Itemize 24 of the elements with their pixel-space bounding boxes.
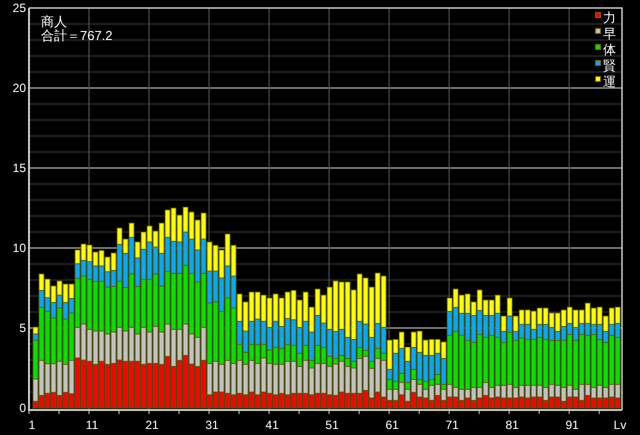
- axis-tick-label: 91: [566, 418, 579, 432]
- axis-tick-label: 5: [19, 321, 26, 335]
- axis-tick-label: 71: [445, 418, 459, 432]
- legend-label: 運: [603, 74, 616, 89]
- axis-tick-label: 25: [12, 1, 26, 15]
- axis-tick-label: 81: [505, 418, 519, 432]
- axis-tick-label: 1: [28, 418, 36, 432]
- axis-tick-label: 0: [19, 401, 26, 415]
- legend-label: 早: [603, 26, 616, 41]
- chart-title: 商人: [41, 14, 67, 29]
- axis-tick-label: 11: [86, 418, 98, 432]
- axis-tick-label: 10: [12, 241, 26, 255]
- axis-tick-label: 20: [12, 81, 26, 95]
- axis-tick-label: 21: [145, 418, 159, 432]
- legend-label: 体: [603, 42, 616, 57]
- axis-tick-label: 51: [325, 418, 339, 432]
- legend-label: 賢: [603, 58, 616, 73]
- axis-tick-label: 31: [205, 418, 219, 432]
- legend-label: 力: [603, 10, 616, 25]
- axis-tick-label: 15: [12, 161, 26, 175]
- axis-tick-label: 41: [265, 418, 279, 432]
- axis-tick-label: 61: [385, 418, 399, 432]
- chart-annotation: 合計＝767.2: [41, 28, 113, 43]
- axis-label: Lv: [614, 418, 626, 432]
